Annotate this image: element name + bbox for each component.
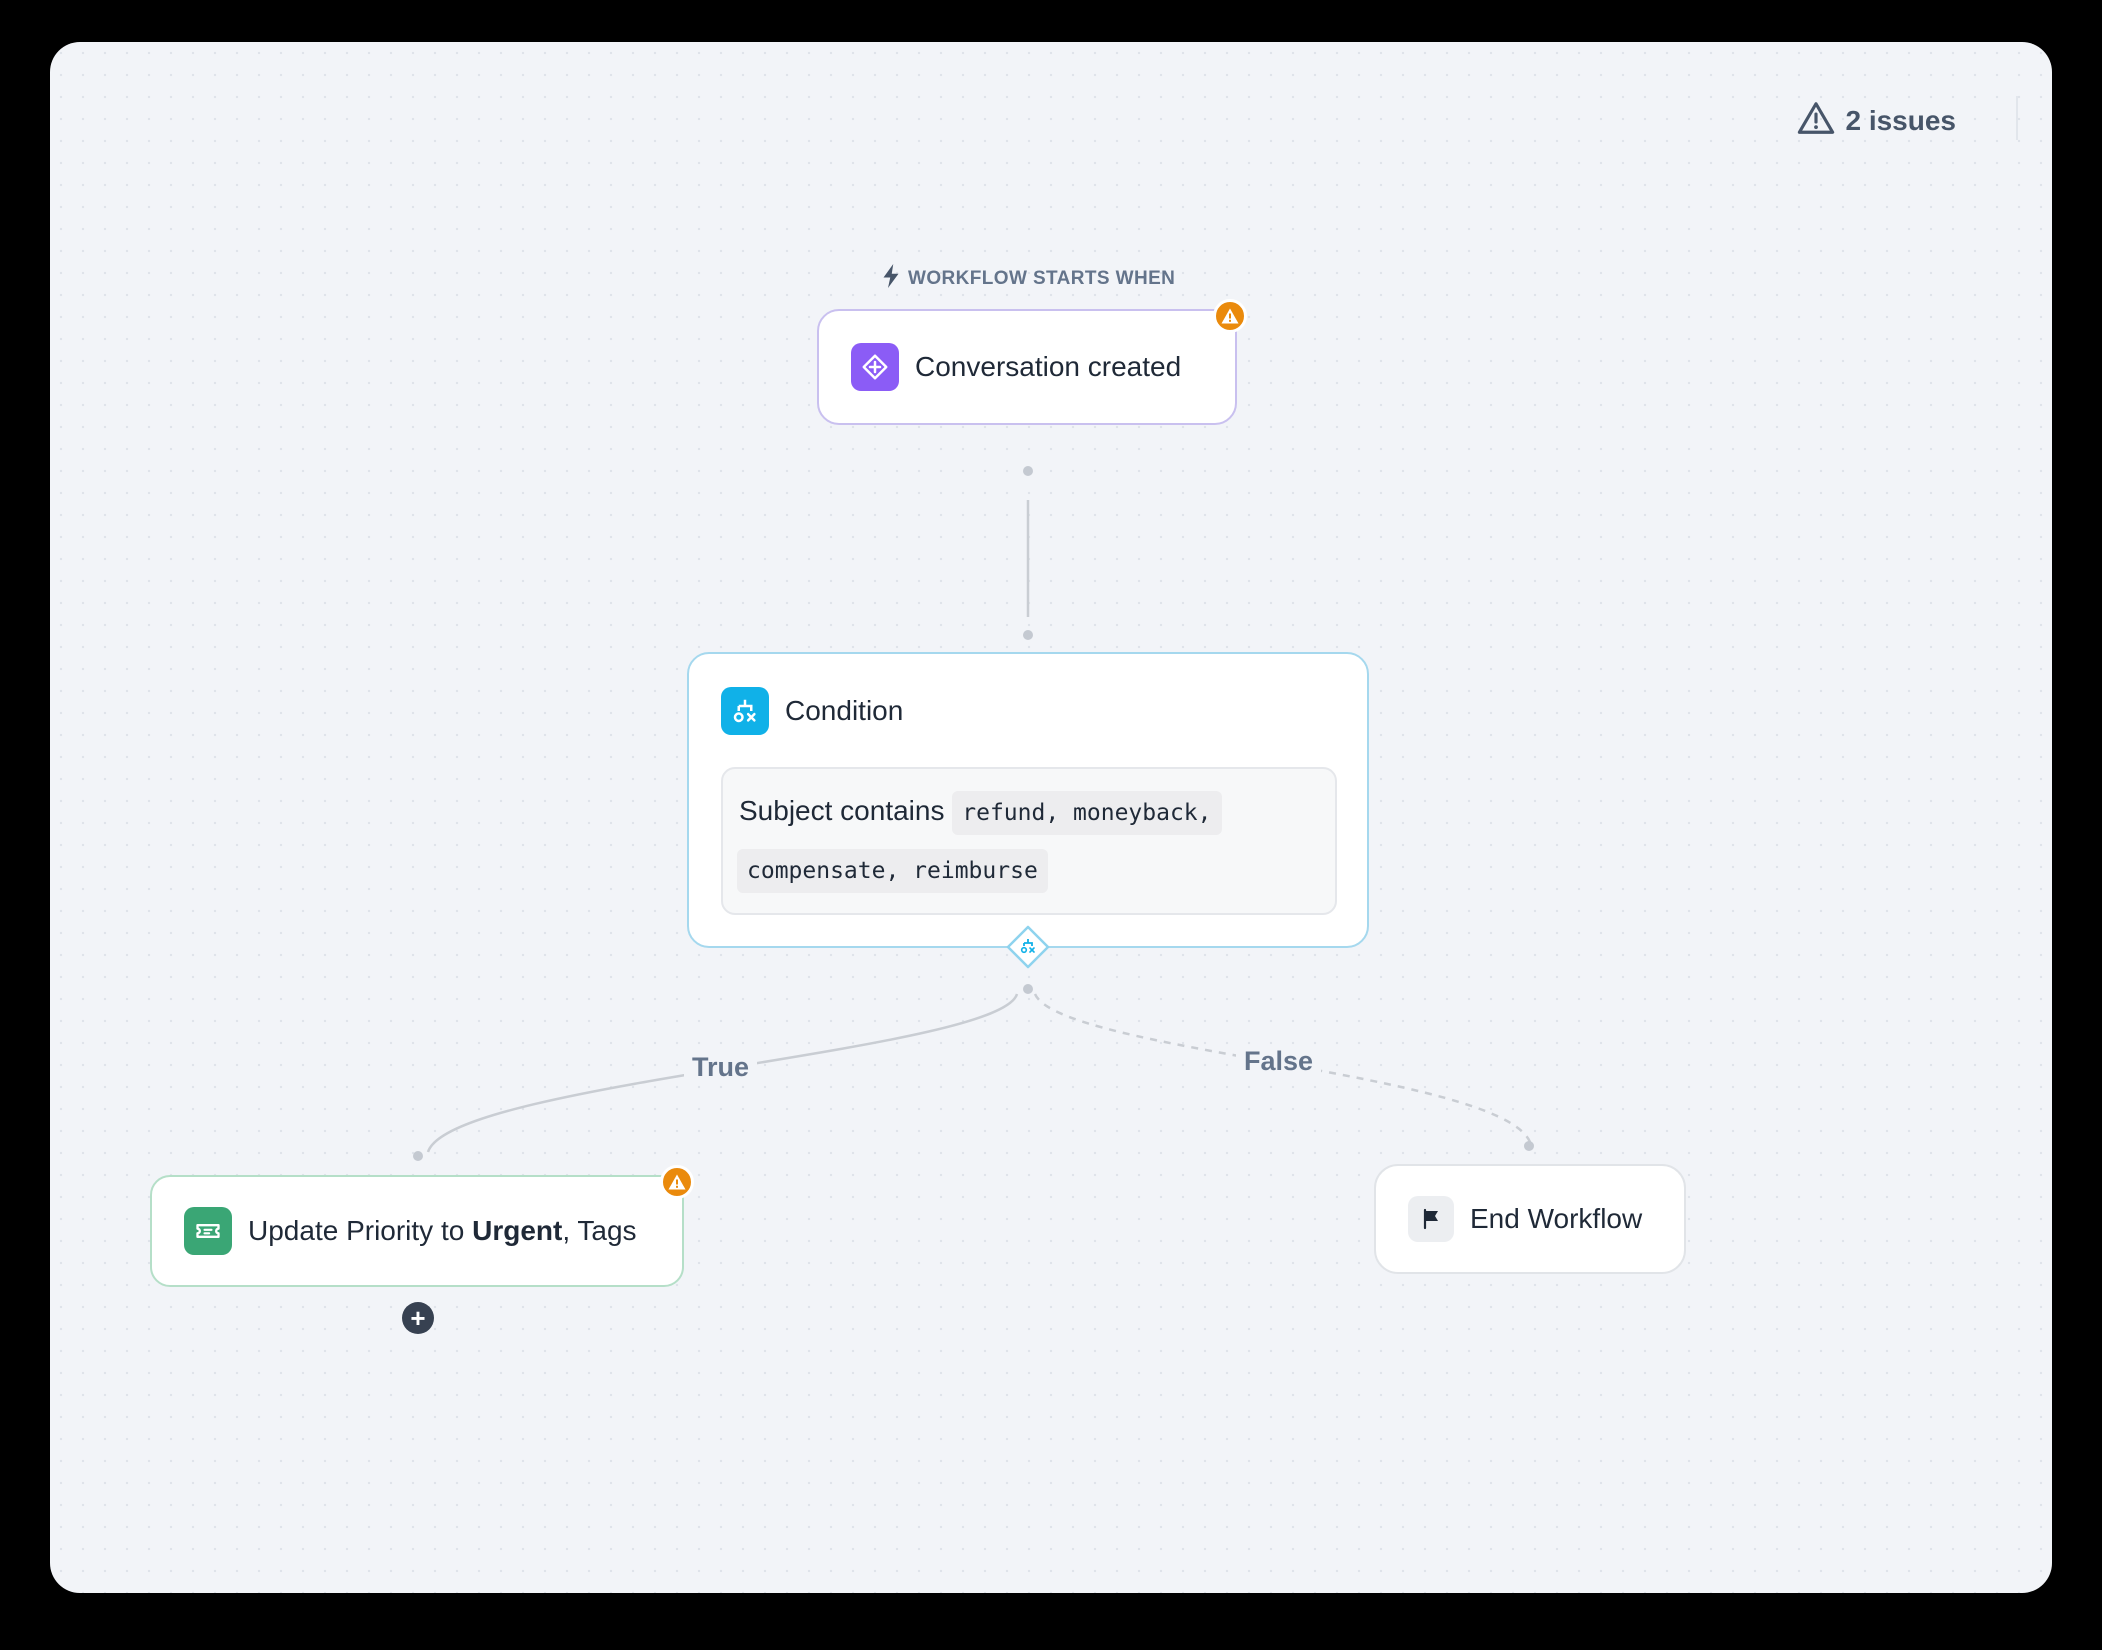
condition-node[interactable]: Condition Subject contains refund, money…: [687, 652, 1369, 948]
action-warning-badge[interactable]: [660, 1165, 694, 1199]
action-input-port[interactable]: [413, 1151, 423, 1161]
toolbar-divider: [2016, 96, 2018, 140]
flag-icon: [1423, 1208, 1438, 1230]
action-text-suffix: , Tags: [562, 1215, 637, 1246]
end-workflow-node[interactable]: End Workflow: [1374, 1164, 1686, 1274]
keyword-chip: refund, moneyback,: [952, 791, 1222, 835]
trigger-icon: [851, 343, 899, 391]
true-branch-label: True: [684, 1052, 758, 1083]
trigger-title: Conversation created: [915, 351, 1182, 382]
trigger-section-text: WORKFLOW STARTS WHEN: [908, 268, 1176, 289]
add-step-button[interactable]: +: [402, 1302, 434, 1334]
condition-title: Condition: [785, 695, 904, 726]
issues-indicator[interactable]: 2 issues: [1797, 99, 1956, 143]
end-icon: [1408, 1196, 1454, 1242]
action-icon: [184, 1207, 232, 1255]
warning-icon: [1221, 308, 1239, 324]
workflow-canvas[interactable]: 2 issues WORKFLOW STARTS WHEN Conversati…: [50, 42, 2052, 1593]
trigger-warning-badge[interactable]: [1213, 299, 1247, 333]
condition-rule[interactable]: Subject contains refund, moneyback, comp…: [721, 767, 1337, 915]
branch-output-port[interactable]: [1023, 984, 1033, 994]
warning-icon: [668, 1174, 686, 1190]
condition-text-prefix: Subject contains: [739, 795, 945, 826]
action-priority-value: Urgent: [472, 1215, 563, 1246]
end-title: End Workflow: [1470, 1203, 1643, 1234]
plus-icon: +: [410, 1303, 426, 1333]
condition-input-port[interactable]: [1023, 630, 1033, 640]
condition-icon: [721, 687, 769, 735]
action-title: Update Priority to Urgent, Tags: [248, 1215, 637, 1247]
trigger-output-port[interactable]: [1023, 466, 1033, 476]
issues-count-label: 2 issues: [1845, 105, 1956, 136]
trigger-section-label: WORKFLOW STARTS WHEN: [882, 264, 1175, 294]
action-text-prefix: Update Priority to: [248, 1215, 465, 1246]
branch-handle[interactable]: [1006, 925, 1050, 969]
warning-triangle-icon: [1797, 100, 1835, 143]
end-input-port[interactable]: [1524, 1141, 1534, 1151]
trigger-node[interactable]: Conversation created: [817, 299, 1247, 425]
false-branch-label: False: [1236, 1046, 1322, 1077]
action-node[interactable]: Update Priority to Urgent, Tags: [150, 1165, 694, 1287]
keyword-chip: compensate, reimburse: [737, 849, 1048, 893]
lightning-icon: [882, 264, 900, 294]
